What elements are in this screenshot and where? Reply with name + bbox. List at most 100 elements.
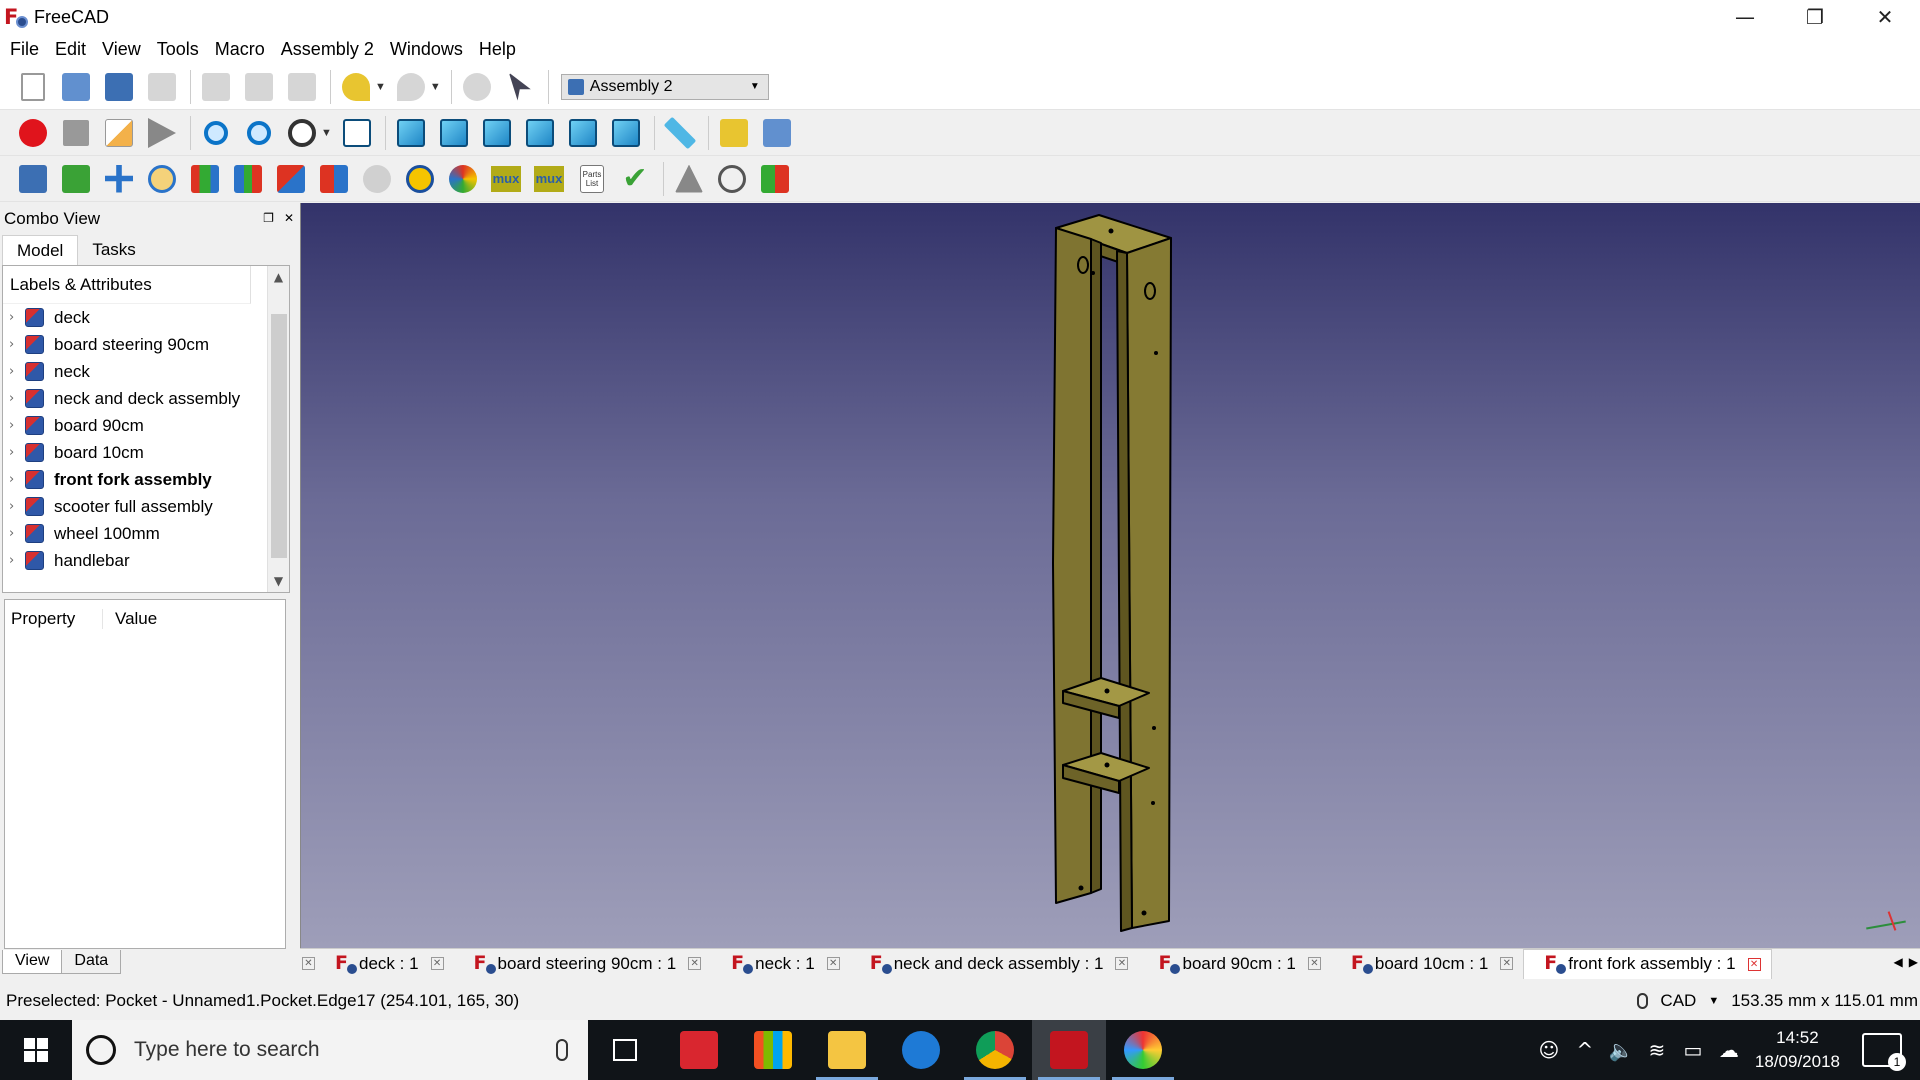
float-panel-icon[interactable]: ❐	[263, 211, 274, 225]
draw-style-icon[interactable]	[285, 116, 319, 150]
solve-icon[interactable]	[403, 162, 437, 196]
menu-macro[interactable]: Macro	[207, 39, 273, 60]
undo-dropdown-icon[interactable]: ▼	[375, 81, 386, 93]
angle-constraint-icon[interactable]	[274, 162, 308, 196]
tree-item[interactable]: › wheel 100mm	[3, 520, 289, 547]
document-tab[interactable]: board 90cm : 1 ✕	[1138, 949, 1330, 979]
minimize-button[interactable]: —	[1710, 0, 1780, 34]
navigation-style[interactable]: CAD	[1660, 991, 1696, 1011]
redo-icon[interactable]	[394, 70, 428, 104]
chevron-right-icon[interactable]: ›	[3, 472, 21, 487]
chrome-icon[interactable]	[958, 1020, 1032, 1080]
close-panel-icon[interactable]: ✕	[284, 211, 294, 225]
animate-icon[interactable]	[446, 162, 480, 196]
mux-update-icon[interactable]: mux	[532, 162, 566, 196]
document-tab[interactable]: board 10cm : 1 ✕	[1331, 949, 1523, 979]
paint-icon[interactable]	[1106, 1020, 1180, 1080]
whats-this-icon[interactable]	[503, 70, 537, 104]
new-document-icon[interactable]	[16, 70, 50, 104]
freecad-taskbar-icon[interactable]	[1032, 1020, 1106, 1080]
chevron-right-icon[interactable]: ›	[3, 418, 21, 433]
chevron-right-icon[interactable]: ›	[3, 553, 21, 568]
menu-file[interactable]: File	[2, 39, 47, 60]
show-hidden-icons-icon[interactable]: ^	[1567, 1038, 1603, 1062]
volume-muted-icon[interactable]: 🔈	[1603, 1038, 1639, 1062]
microphone-icon[interactable]	[556, 1039, 568, 1061]
fit-all-icon[interactable]	[199, 116, 233, 150]
undo-constraint-icon[interactable]	[360, 162, 394, 196]
property-column-header[interactable]: Property	[5, 609, 103, 629]
run-macro-icon[interactable]	[145, 116, 179, 150]
close-tab-icon[interactable]: ✕	[1307, 957, 1321, 970]
scroll-thumb[interactable]	[271, 314, 287, 558]
undo-icon[interactable]	[339, 70, 373, 104]
document-tab[interactable]: board steering 90cm : 1 ✕	[454, 949, 712, 979]
scroll-down-icon[interactable]: ▼	[268, 570, 289, 592]
tree-item[interactable]: › board steering 90cm	[3, 331, 289, 358]
left-view-icon[interactable]	[609, 116, 643, 150]
chevron-right-icon[interactable]: ›	[3, 310, 21, 325]
chevron-right-icon[interactable]: ›	[3, 499, 21, 514]
close-all-icon[interactable]: ✕	[302, 957, 315, 970]
scroll-up-icon[interactable]: ▲	[268, 266, 289, 288]
tree-scrollbar[interactable]: ▲ ▼	[267, 266, 289, 592]
close-tab-icon[interactable]: ✕	[826, 957, 840, 970]
front-fork-model[interactable]	[301, 203, 1920, 948]
tree-item[interactable]: › board 10cm	[3, 439, 289, 466]
degrees-of-freedom-icon[interactable]	[715, 162, 749, 196]
move-part-icon[interactable]	[102, 162, 136, 196]
workbench-selector[interactable]: Assembly 2 ▼	[560, 73, 769, 100]
start-button[interactable]	[0, 1020, 72, 1080]
tree-item[interactable]: › front fork assembly	[3, 466, 289, 493]
save-icon[interactable]	[102, 70, 136, 104]
file-explorer-icon[interactable]	[810, 1020, 884, 1080]
axial-constraint-icon[interactable]	[231, 162, 265, 196]
tab-scroll-right-icon[interactable]: ▶	[1909, 955, 1918, 969]
update-parts-icon[interactable]	[59, 162, 93, 196]
close-tab-icon[interactable]: ✕	[430, 957, 444, 970]
top-view-icon[interactable]	[437, 116, 471, 150]
document-tab[interactable]: neck : 1 ✕	[711, 949, 850, 979]
tree-item[interactable]: › handlebar	[3, 547, 289, 574]
import-part-icon[interactable]	[16, 162, 50, 196]
3d-view[interactable]	[300, 203, 1920, 948]
onedrive-icon[interactable]: ☁	[1711, 1038, 1747, 1062]
chevron-right-icon[interactable]: ›	[3, 526, 21, 541]
draw-style-dropdown-icon[interactable]: ▼	[321, 127, 332, 139]
chevron-right-icon[interactable]: ›	[3, 337, 21, 352]
people-icon[interactable]: ☺	[1531, 1038, 1567, 1062]
open-icon[interactable]	[59, 70, 93, 104]
chevron-right-icon[interactable]: ›	[3, 364, 21, 379]
tree-item[interactable]: › neck	[3, 358, 289, 385]
redo-dropdown-icon[interactable]: ▼	[430, 81, 441, 93]
copy-icon[interactable]	[242, 70, 276, 104]
value-column-header[interactable]: Value	[103, 609, 157, 629]
wifi-icon[interactable]: ≋	[1639, 1038, 1675, 1062]
tree-item[interactable]: › neck and deck assembly	[3, 385, 289, 412]
mux-icon[interactable]: mux	[489, 162, 523, 196]
cut-icon[interactable]	[199, 70, 233, 104]
plane-constraint-icon[interactable]	[188, 162, 222, 196]
taskbar-search[interactable]: Type here to search	[72, 1020, 588, 1080]
rear-view-icon[interactable]	[523, 116, 557, 150]
fit-selection-icon[interactable]	[242, 116, 276, 150]
circular-edge-constraint-icon[interactable]	[145, 162, 179, 196]
menu-edit[interactable]: Edit	[47, 39, 94, 60]
label-icon[interactable]	[758, 162, 792, 196]
menu-tools[interactable]: Tools	[149, 39, 207, 60]
chevron-down-icon[interactable]: ▼	[1708, 995, 1719, 1007]
part-icon[interactable]	[717, 116, 751, 150]
tab-view[interactable]: View	[2, 950, 63, 974]
close-tab-icon[interactable]: ✕	[1747, 957, 1761, 971]
gift-app-icon[interactable]	[662, 1020, 736, 1080]
check-assembly-icon[interactable]: ✔	[618, 162, 652, 196]
isometric-view-icon[interactable]	[340, 116, 374, 150]
close-tab-icon[interactable]: ✕	[688, 957, 702, 970]
close-tab-icon[interactable]: ✕	[1115, 957, 1129, 970]
tab-model[interactable]: Model	[2, 235, 79, 265]
document-tab[interactable]: front fork assembly : 1 ✕	[1523, 948, 1772, 979]
chevron-right-icon[interactable]: ›	[3, 445, 21, 460]
document-tab[interactable]: deck : 1 ✕	[315, 949, 454, 979]
chevron-right-icon[interactable]: ›	[3, 391, 21, 406]
group-icon[interactable]	[760, 116, 794, 150]
